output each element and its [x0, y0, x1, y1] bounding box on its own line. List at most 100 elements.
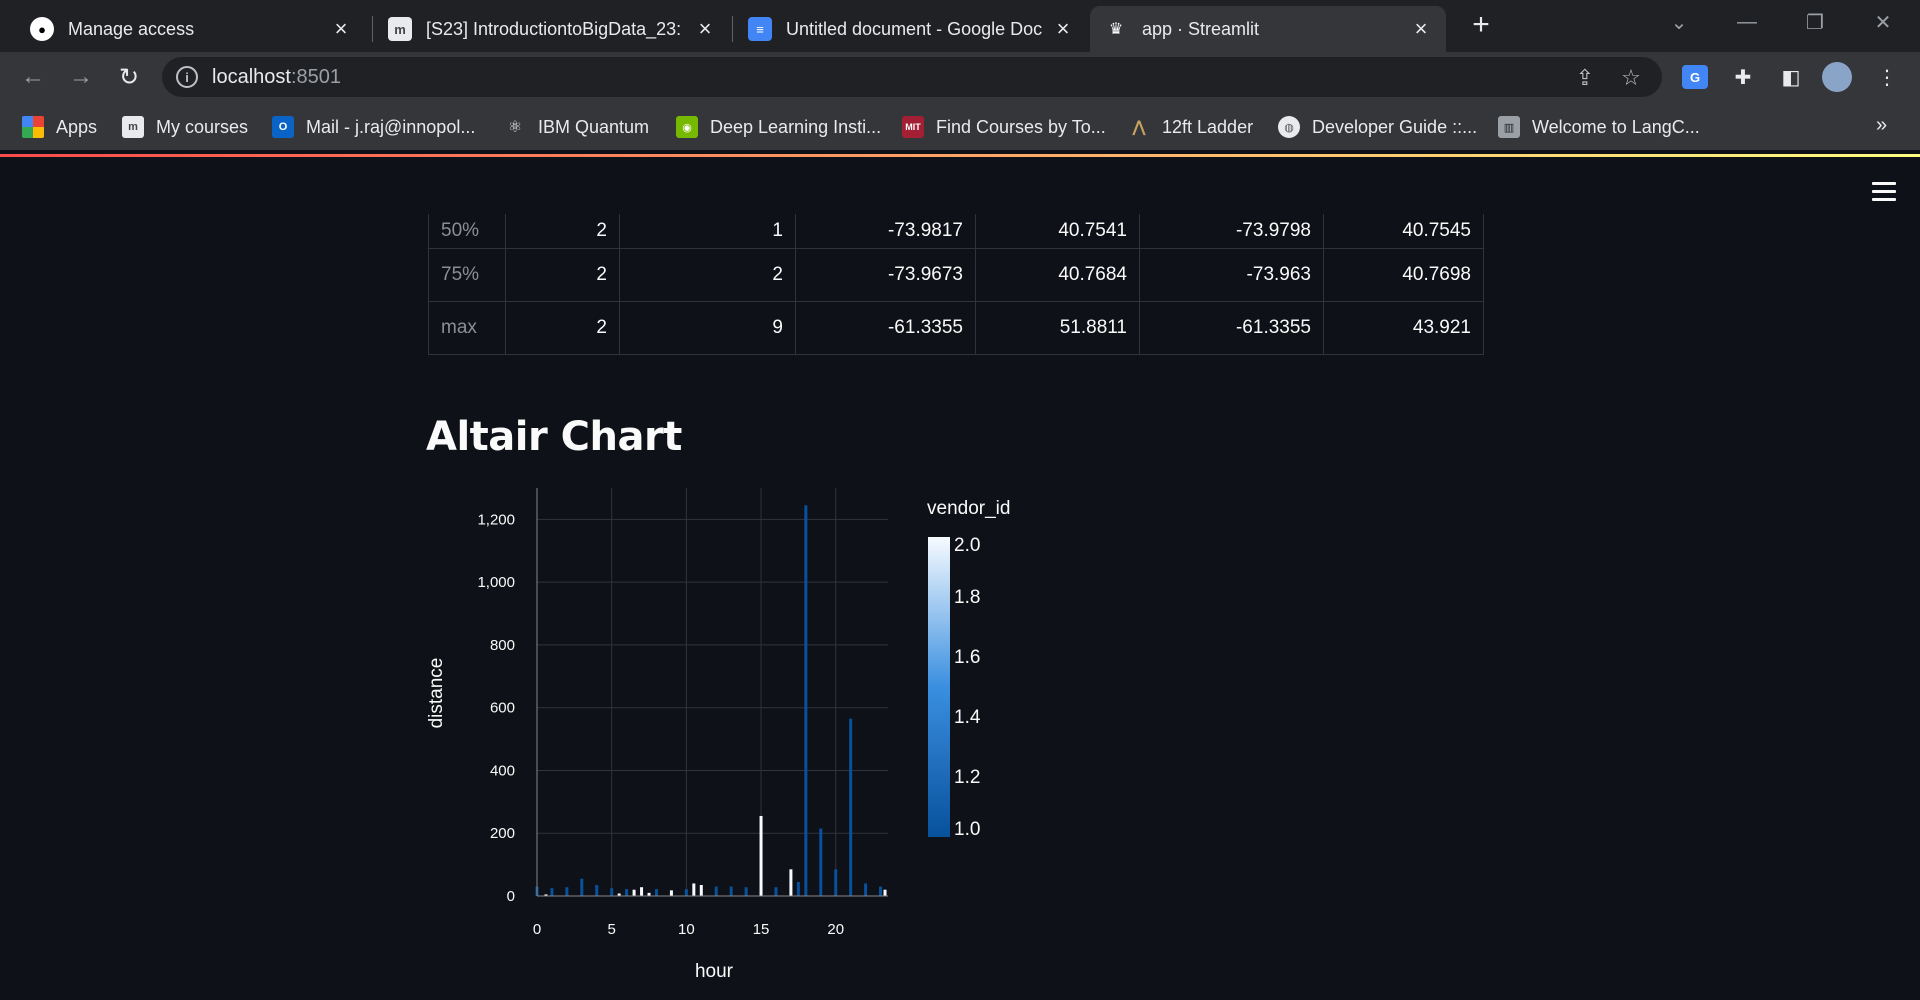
bar-mark[interactable] — [819, 828, 823, 896]
bar-mark[interactable] — [796, 881, 800, 896]
bar-mark[interactable] — [640, 887, 644, 896]
legend-tick-label: 1.8 — [954, 587, 980, 608]
altair-chart[interactable]: 0 5 10 15 2002004006008001,0001,200 hour dis… — [420, 482, 1040, 992]
bar-mark[interactable] — [692, 883, 696, 896]
tab-streamlit-app[interactable]: ♛ app · Streamlit × — [1090, 6, 1446, 52]
translate-extension-icon[interactable]: G — [1680, 62, 1710, 92]
legend-tick-label: 1.0 — [954, 819, 980, 840]
back-icon[interactable]: ← — [18, 62, 48, 92]
menu-kebab-icon[interactable]: ⋮ — [1872, 62, 1902, 92]
bookmark-deep-learning[interactable]: ◉ Deep Learning Insti... — [676, 114, 881, 140]
close-icon[interactable]: × — [330, 16, 352, 41]
table-cell: 40.7698 — [1323, 249, 1483, 301]
y-tick-label: 800 — [490, 637, 515, 654]
bar-mark[interactable] — [789, 869, 793, 896]
restore-icon[interactable]: ❐ — [1798, 8, 1832, 36]
x-tick-label: 10 — [678, 921, 695, 938]
row-index: 75% — [441, 264, 480, 285]
tab-title: app · Streamlit — [1142, 18, 1260, 39]
tab-big-data[interactable]: m [S23] IntroductiontoBigData_23: I × — [374, 6, 730, 52]
x-tick-label: 20 — [827, 921, 844, 938]
close-icon[interactable]: × — [1410, 16, 1432, 41]
new-tab-button[interactable]: + — [1466, 8, 1496, 41]
bar-mark[interactable] — [879, 886, 883, 896]
bookmark-find-courses[interactable]: MIT Find Courses by To... — [902, 114, 1106, 140]
site-info-icon[interactable]: i — [176, 66, 198, 88]
bar-mark[interactable] — [729, 886, 733, 896]
table-cell: -73.9798 — [1139, 214, 1323, 248]
legend-tick-label: 1.4 — [954, 707, 981, 728]
bar-mark[interactable] — [625, 889, 629, 896]
y-tick-label: 0 — [507, 888, 515, 905]
bookmark-ibm-quantum[interactable]: ⚛ IBM Quantum — [504, 114, 649, 140]
table-cell: -73.9817 — [795, 214, 975, 248]
share-icon[interactable]: ⇪ — [1572, 65, 1598, 91]
table-cell: 43.921 — [1323, 302, 1483, 354]
bar-mark[interactable] — [699, 885, 703, 896]
extensions-puzzle-icon[interactable]: ✚ — [1728, 62, 1758, 92]
table-cell: 2 — [619, 249, 795, 301]
close-icon[interactable]: × — [694, 16, 716, 41]
apps-grid-icon — [22, 116, 44, 138]
bookmark-my-courses[interactable]: m My courses — [122, 114, 248, 140]
ladder-icon: ⋀ — [1132, 119, 1146, 136]
bookmark-langchain[interactable]: ▥ Welcome to LangC... — [1498, 114, 1700, 140]
bar-mark[interactable] — [654, 889, 658, 896]
tab-title: [S23] IntroductiontoBigData_23: I — [426, 18, 686, 39]
bookmark-mail[interactable]: O Mail - j.raj@innopol... — [272, 114, 475, 140]
globe-icon: ◍ — [1278, 116, 1300, 138]
forward-icon[interactable]: → — [66, 62, 96, 92]
bar-mark[interactable] — [580, 878, 584, 896]
tab-manage-access[interactable]: ● Manage access × — [16, 6, 366, 52]
minimize-icon[interactable]: — — [1730, 8, 1764, 36]
section-title: Altair Chart — [426, 414, 682, 460]
reload-icon[interactable]: ↻ — [114, 62, 144, 92]
bar-mark[interactable] — [669, 890, 673, 896]
streamlit-icon: ♛ — [1108, 21, 1124, 38]
legend-ticks: 2.0 1.8 1.6 1.4 1.2 1.0 — [954, 535, 981, 840]
bar-mark[interactable] — [684, 889, 688, 896]
bar-mark[interactable] — [849, 718, 853, 896]
y-tick-label: 600 — [490, 700, 515, 717]
table-cell: 2 — [505, 214, 619, 248]
bookmark-label: Welcome to LangC... — [1532, 116, 1700, 137]
close-icon[interactable]: × — [1052, 16, 1074, 41]
more-bookmarks-icon[interactable]: » — [1876, 114, 1887, 137]
x-tick-label: 5 — [608, 921, 616, 938]
bar-mark[interactable] — [610, 888, 614, 896]
window-close-icon[interactable]: ✕ — [1866, 8, 1900, 36]
table-cell: 2 — [505, 302, 619, 354]
bar-mark[interactable] — [834, 869, 838, 896]
bar-mark[interactable] — [595, 885, 599, 896]
mit-ocw-icon: MIT — [902, 116, 924, 138]
bookmark-apps[interactable]: Apps — [22, 114, 97, 140]
tab-search-icon[interactable]: ⌄ — [1662, 8, 1696, 36]
address-bar[interactable]: i localhost:8501 ⇪ ☆ — [162, 57, 1662, 97]
url-text[interactable]: localhost:8501 — [212, 66, 341, 89]
table-cell: -61.3355 — [795, 302, 975, 354]
main-menu-icon[interactable] — [1872, 182, 1896, 202]
bookmark-label: 12ft Ladder — [1162, 116, 1254, 137]
bar-mark[interactable] — [864, 883, 868, 896]
bookmark-star-icon[interactable]: ☆ — [1618, 65, 1644, 91]
bar-mark[interactable] — [632, 889, 636, 896]
bar-mark[interactable] — [550, 888, 554, 896]
bar-mark[interactable] — [804, 505, 808, 896]
legend-gradient — [928, 537, 950, 837]
url-port: :8501 — [290, 66, 341, 88]
tab-separator — [732, 16, 733, 42]
profile-avatar[interactable] — [1822, 62, 1852, 92]
bar-mark[interactable] — [759, 815, 763, 896]
bar-mark[interactable] — [744, 887, 748, 896]
bookmark-developer-guide[interactable]: ◍ Developer Guide ::... — [1278, 114, 1477, 140]
table-cell: -73.963 — [1139, 249, 1323, 301]
tab-google-doc[interactable]: ≡ Untitled document - Google Doc × — [734, 6, 1088, 52]
side-panel-icon[interactable]: ◧ — [1776, 62, 1806, 92]
bookmark-12ft-ladder[interactable]: ⋀ 12ft Ladder — [1128, 114, 1253, 140]
streamlit-decoration-bar — [0, 154, 1920, 157]
bar-mark[interactable] — [883, 889, 887, 896]
bar-mark[interactable] — [565, 887, 569, 896]
bar-mark[interactable] — [714, 886, 718, 896]
bar-mark[interactable] — [774, 887, 778, 896]
legend-tick-label: 1.6 — [954, 647, 980, 668]
